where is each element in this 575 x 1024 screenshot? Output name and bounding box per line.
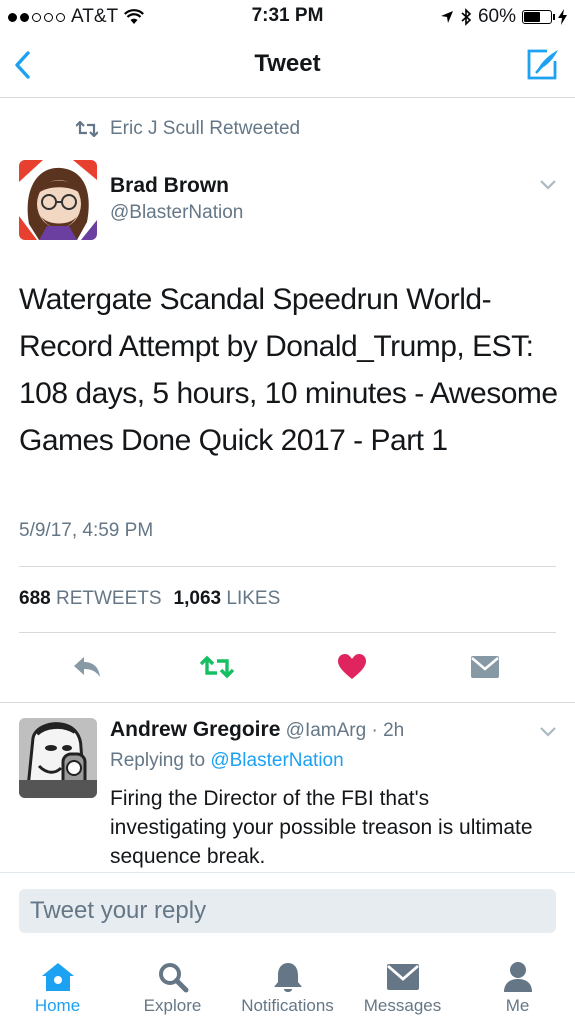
replying-to-line: Replying to @BlasterNation xyxy=(110,750,344,772)
tab-me-label: Me xyxy=(505,996,530,1015)
author-name[interactable]: Brad Brown xyxy=(110,174,229,198)
battery-icon xyxy=(522,10,555,24)
bell-icon xyxy=(273,963,302,992)
retweets-stat[interactable]: 688 RETWEETS xyxy=(19,588,162,610)
divider xyxy=(19,566,556,567)
retweets-label: RETWEETS xyxy=(55,588,162,609)
like-button[interactable] xyxy=(335,650,369,684)
retweets-count: 688 xyxy=(19,588,51,609)
tab-bar: Home Explore Notifications Messages Me xyxy=(0,952,575,1024)
author-handle[interactable]: @BlasterNation xyxy=(110,202,243,224)
chevron-down-icon[interactable] xyxy=(539,726,557,738)
tweet-timestamp: 5/9/17, 4:59 PM xyxy=(19,520,154,541)
likes-stat[interactable]: 1,063 LIKES xyxy=(174,588,281,610)
tab-home[interactable]: Home xyxy=(0,958,115,1016)
bluetooth-icon xyxy=(461,8,472,26)
tab-messages-label: Messages xyxy=(363,996,442,1015)
status-bar: AT&T 7:31 PM 60% xyxy=(0,0,575,34)
compose-tweet-icon[interactable] xyxy=(525,46,561,82)
tweet-stats: 688 RETWEETS 1,063 LIKES xyxy=(19,588,280,610)
reply-time: · 2h xyxy=(371,720,405,741)
location-arrow-icon xyxy=(440,11,453,23)
reply-author-handle[interactable]: @IamArg xyxy=(286,720,367,741)
reply-text: Firing the Director of the FBI that's in… xyxy=(110,787,533,868)
retweeted-by-line[interactable]: Eric J Scull Retweeted xyxy=(76,118,300,140)
reply-composer xyxy=(0,872,575,942)
reply-author-avatar[interactable] xyxy=(19,718,97,798)
reply-header: Andrew Gregoire @IamArg · 2h xyxy=(110,718,404,742)
person-icon xyxy=(503,962,532,992)
likes-count: 1,063 xyxy=(173,588,222,609)
tweet-actions xyxy=(0,650,575,684)
reply-icon xyxy=(74,657,100,677)
tab-notifications[interactable]: Notifications xyxy=(230,958,345,1016)
likes-label: LIKES xyxy=(226,588,281,609)
tab-explore-label: Explore xyxy=(143,996,202,1015)
tab-me[interactable]: Me xyxy=(460,958,575,1016)
author-avatar[interactable] xyxy=(19,160,97,240)
reply-input[interactable] xyxy=(19,889,556,933)
heart-icon xyxy=(338,654,366,679)
retweet-icon xyxy=(200,655,234,679)
search-icon xyxy=(158,963,188,993)
chevron-down-icon[interactable] xyxy=(539,179,557,191)
replying-to-link[interactable]: @BlasterNation xyxy=(210,750,343,771)
navigation-bar: Tweet xyxy=(0,34,575,98)
retweet-icon xyxy=(76,121,98,137)
tab-home-label: Home xyxy=(34,996,81,1015)
tab-messages[interactable]: Messages xyxy=(345,958,460,1016)
reply-author-name[interactable]: Andrew Gregoire xyxy=(110,718,280,741)
page-title: Tweet xyxy=(254,50,321,77)
retweeted-by-label: Eric J Scull Retweeted xyxy=(110,118,301,139)
envelope-icon xyxy=(386,964,419,990)
home-icon xyxy=(41,963,74,991)
status-right: 60% xyxy=(440,6,567,28)
divider xyxy=(0,702,575,703)
envelope-icon xyxy=(471,656,499,678)
replying-to-prefix: Replying to xyxy=(110,750,206,771)
charging-bolt-icon xyxy=(558,9,567,25)
battery-percent: 60% xyxy=(477,6,516,27)
tab-notifications-label: Notifications xyxy=(241,996,334,1015)
reply-button[interactable] xyxy=(70,650,104,684)
divider xyxy=(19,632,556,633)
retweet-button[interactable] xyxy=(200,650,234,684)
direct-message-button[interactable] xyxy=(468,650,502,684)
tab-explore[interactable]: Explore xyxy=(115,958,230,1016)
tweet-text: Watergate Scandal Speedrun World-Record … xyxy=(19,283,558,457)
